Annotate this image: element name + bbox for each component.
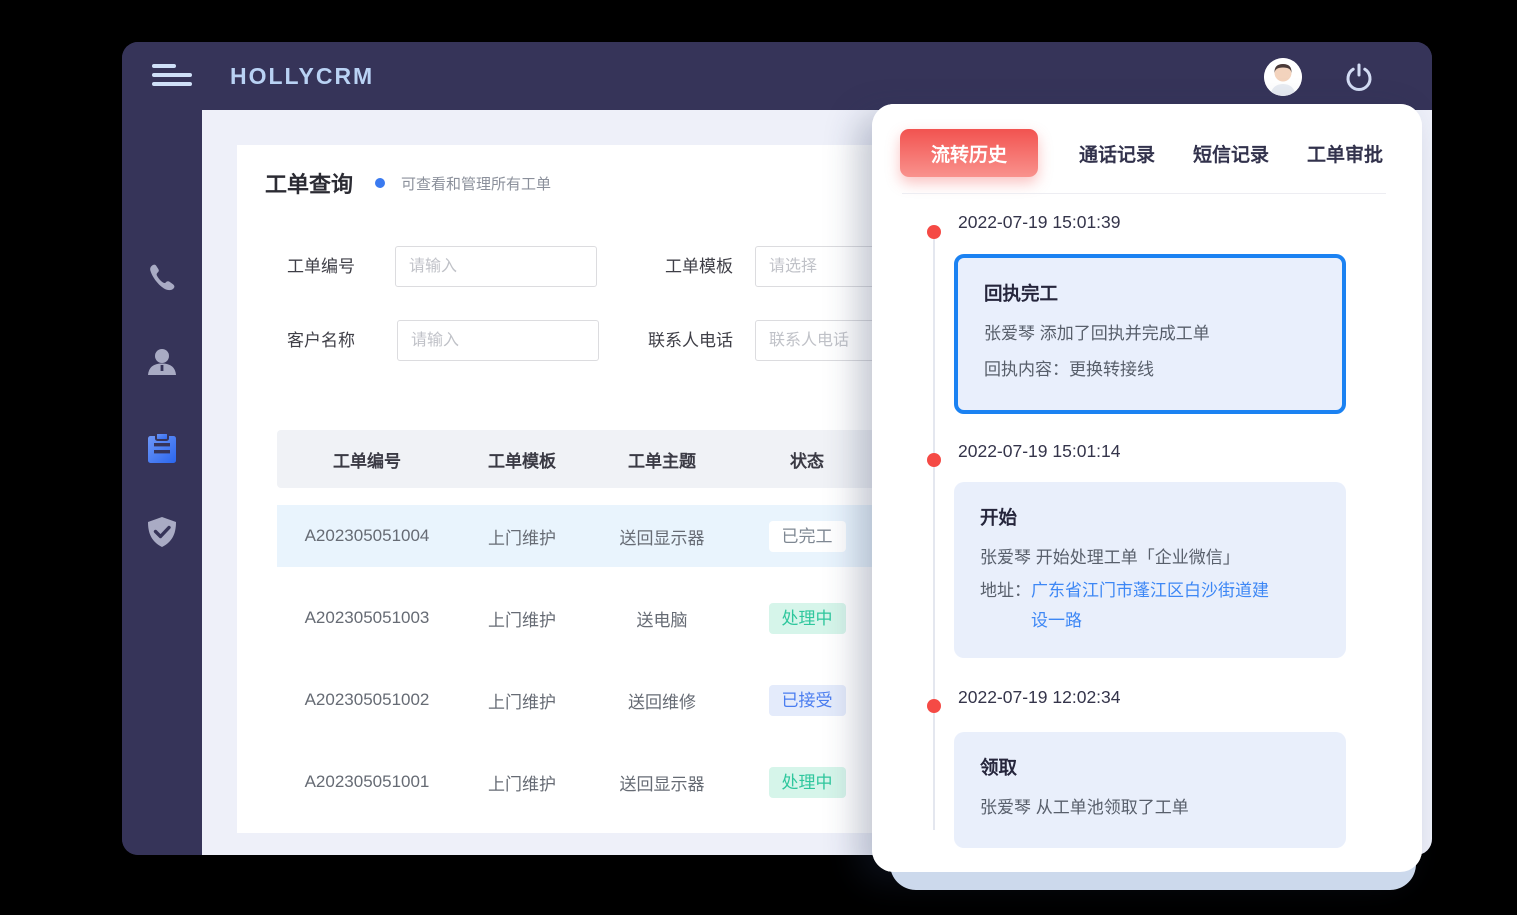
order-no-label: 工单编号 — [245, 246, 355, 287]
table-row[interactable]: A202305051004 上门维护 送回显示器 已完工 — [277, 505, 877, 567]
timeline-card-title: 开始 — [980, 504, 1320, 530]
table-row[interactable]: A202305051003 上门维护 送电脑 处理中 — [277, 587, 877, 649]
clipboard-icon — [144, 430, 180, 466]
tab-sms-records[interactable]: 短信记录 — [1193, 140, 1269, 167]
sidebar-item-calls[interactable] — [144, 260, 180, 296]
blue-dot-icon — [375, 178, 385, 188]
menu-icon[interactable] — [152, 64, 192, 90]
timeline-dot — [927, 453, 941, 467]
cell-subject: 送电脑 — [587, 606, 737, 631]
status-badge: 处理中 — [769, 603, 846, 634]
tabs-divider — [902, 193, 1386, 194]
contact-label: 联系人电话 — [613, 320, 733, 361]
user-photo-icon — [1264, 58, 1302, 96]
col-header-template: 工单模板 — [457, 447, 587, 472]
status-badge: 已接受 — [769, 685, 846, 716]
table-row[interactable]: A202305051002 上门维护 送回维修 已接受 — [277, 669, 877, 731]
col-header-order-no: 工单编号 — [277, 447, 457, 472]
page-title: 工单查询 — [265, 167, 353, 199]
cell-order-no: A202305051002 — [277, 690, 457, 710]
cell-template: 上门维护 — [457, 770, 587, 795]
timeline-card-line: 回执内容：更换转接线 — [984, 352, 1316, 388]
sidebar-item-customers[interactable] — [144, 344, 180, 380]
workorder-query-card: 工单查询 可查看和管理所有工单 工单编号 工单模板 客户名称 联系人电话 工单编… — [237, 145, 919, 833]
cell-template: 上门维护 — [457, 606, 587, 631]
tab-transfer-history[interactable]: 流转历史 — [900, 129, 1038, 177]
timeline-dot — [927, 225, 941, 239]
timeline-card-completed: 回执完工 张爱琴 添加了回执并完成工单 回执内容：更换转接线 — [954, 254, 1346, 414]
timeline-card-start: 开始 张爱琴 开始处理工单「企业微信」 地址： 广东省江门市蓬江区白沙街道建设一… — [954, 482, 1346, 658]
page-header: 工单查询 可查看和管理所有工单 — [265, 167, 551, 199]
user-icon — [144, 344, 180, 380]
timeline-card-line: 张爱琴 添加了回执并完成工单 — [984, 316, 1316, 352]
cell-order-no: A202305051001 — [277, 772, 457, 792]
cell-template: 上门维护 — [457, 524, 587, 549]
cell-subject: 送回显示器 — [587, 524, 737, 549]
top-bar: HOLLYCRM — [122, 42, 1432, 110]
timeline-timestamp: 2022-07-19 12:02:34 — [958, 687, 1121, 708]
timeline-card-title: 领取 — [980, 754, 1320, 780]
address-label: 地址： — [980, 576, 1031, 636]
customer-input[interactable] — [397, 320, 599, 361]
screenshot-canvas: HOLLYCRM — [0, 0, 1517, 915]
timeline-timestamp: 2022-07-19 15:01:39 — [958, 212, 1121, 233]
timeline-card-line: 张爱琴 开始处理工单「企业微信」 — [980, 540, 1320, 576]
template-label: 工单模板 — [613, 246, 733, 287]
col-header-subject: 工单主题 — [587, 447, 737, 472]
cell-subject: 送回显示器 — [587, 770, 737, 795]
address-link[interactable]: 广东省江门市蓬江区白沙街道建设一路 — [1031, 576, 1271, 636]
sidebar — [122, 110, 202, 855]
timeline-line — [933, 232, 935, 830]
tab-call-records[interactable]: 通话记录 — [1079, 140, 1155, 167]
shield-check-icon — [144, 514, 180, 550]
table-row[interactable]: A202305051001 上门维护 送回显示器 处理中 — [277, 751, 877, 813]
table-header-row: 工单编号 工单模板 工单主题 状态 — [277, 430, 877, 488]
timeline-timestamp: 2022-07-19 15:01:14 — [958, 441, 1121, 462]
cell-order-no: A202305051004 — [277, 526, 457, 546]
timeline-address-row: 地址： 广东省江门市蓬江区白沙街道建设一路 — [980, 576, 1320, 636]
order-no-input[interactable] — [395, 246, 597, 287]
status-badge: 处理中 — [769, 767, 846, 798]
customer-label: 客户名称 — [245, 320, 355, 361]
sidebar-item-workorders[interactable] — [144, 430, 180, 466]
cell-order-no: A202305051003 — [277, 608, 457, 628]
timeline-card-claimed: 领取 张爱琴 从工单池领取了工单 — [954, 732, 1346, 848]
status-badge: 已完工 — [769, 521, 846, 552]
sidebar-item-security[interactable] — [144, 514, 180, 550]
cell-template: 上门维护 — [457, 688, 587, 713]
phone-icon — [144, 260, 180, 296]
panel-tabs: 流转历史 通话记录 短信记录 工单审批 — [900, 129, 1402, 177]
brand-logo: HOLLYCRM — [230, 42, 374, 110]
avatar[interactable] — [1264, 58, 1302, 96]
page-subtitle: 可查看和管理所有工单 — [401, 173, 551, 194]
history-panel: 流转历史 通话记录 短信记录 工单审批 2022-07-19 15:01:39 … — [872, 104, 1422, 872]
timeline-card-line: 张爱琴 从工单池领取了工单 — [980, 790, 1320, 826]
timeline-card-title: 回执完工 — [984, 280, 1316, 306]
cell-subject: 送回维修 — [587, 688, 737, 713]
tab-workorder-approval[interactable]: 工单审批 — [1307, 140, 1383, 167]
col-header-status: 状态 — [737, 447, 877, 472]
power-icon[interactable] — [1344, 62, 1374, 92]
timeline-dot — [927, 699, 941, 713]
